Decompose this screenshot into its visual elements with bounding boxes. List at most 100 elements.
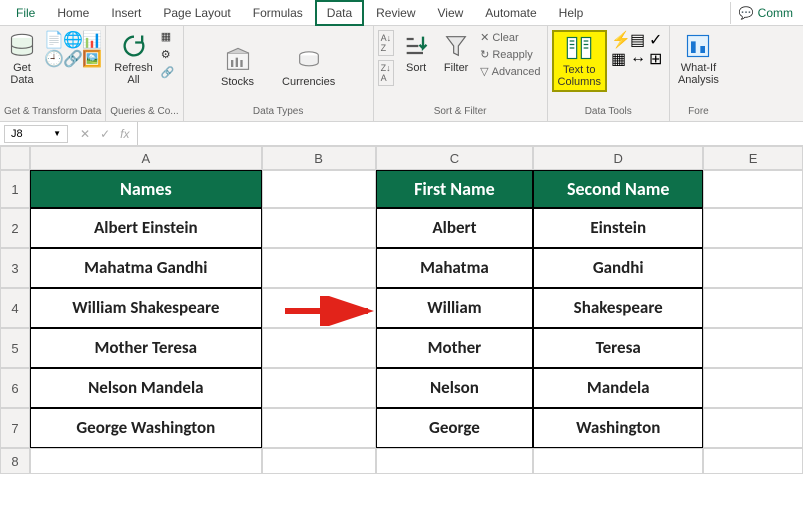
- recent-sources-icon[interactable]: 🕘: [44, 49, 60, 65]
- remove-dupes-icon[interactable]: ▤: [630, 30, 646, 46]
- cell-a1[interactable]: Names: [30, 170, 262, 208]
- cell-a6[interactable]: Nelson Mandela: [30, 368, 262, 408]
- row-header-6[interactable]: 6: [0, 368, 30, 408]
- cell-a7[interactable]: George Washington: [30, 408, 262, 448]
- tab-insert[interactable]: Insert: [101, 2, 151, 24]
- col-header-b[interactable]: B: [262, 146, 376, 170]
- cell-b6[interactable]: [262, 368, 376, 408]
- row-header-3[interactable]: 3: [0, 248, 30, 288]
- row-header-5[interactable]: 5: [0, 328, 30, 368]
- currencies-type-button[interactable]: Currencies: [278, 44, 339, 90]
- tab-comments[interactable]: 💬Comm: [730, 2, 803, 24]
- row-header-8[interactable]: 8: [0, 448, 30, 474]
- get-data-quickbtns: 📄 🌐 📊 🕘 🔗 🖼️: [44, 30, 98, 65]
- col-header-d[interactable]: D: [533, 146, 703, 170]
- consolidate-icon[interactable]: ▦: [611, 49, 627, 65]
- cell-c1[interactable]: First Name: [376, 170, 534, 208]
- cell-e7[interactable]: [703, 408, 803, 448]
- cell-d5[interactable]: Teresa: [533, 328, 703, 368]
- cell-e8[interactable]: [703, 448, 803, 474]
- row-header-4[interactable]: 4: [0, 288, 30, 328]
- sort-button[interactable]: Sort: [398, 30, 434, 76]
- name-box[interactable]: J8▼: [4, 125, 68, 143]
- flash-fill-icon[interactable]: ⚡: [611, 30, 627, 46]
- tab-help[interactable]: Help: [549, 2, 594, 24]
- cell-b1[interactable]: [262, 170, 376, 208]
- stocks-type-button[interactable]: Stocks: [217, 44, 258, 90]
- existing-conn-icon[interactable]: 🔗: [63, 49, 79, 65]
- cell-d8[interactable]: [533, 448, 703, 474]
- tab-formulas[interactable]: Formulas: [243, 2, 313, 24]
- cell-c7[interactable]: George: [376, 408, 534, 448]
- from-table-icon[interactable]: 📊: [82, 30, 98, 46]
- row-header-2[interactable]: 2: [0, 208, 30, 248]
- get-data-button[interactable]: Get Data: [4, 30, 40, 88]
- cell-c6[interactable]: Nelson: [376, 368, 534, 408]
- cell-d2[interactable]: Einstein: [533, 208, 703, 248]
- tab-review[interactable]: Review: [366, 2, 425, 24]
- cell-e1[interactable]: [703, 170, 803, 208]
- select-all-corner[interactable]: [0, 146, 30, 170]
- cell-a5[interactable]: Mother Teresa: [30, 328, 262, 368]
- sort-za-button[interactable]: Z↓A: [378, 60, 395, 86]
- cell-a4[interactable]: William Shakespeare: [30, 288, 262, 328]
- whatif-button[interactable]: What-If Analysis: [674, 30, 723, 88]
- tab-data[interactable]: Data: [315, 0, 364, 26]
- queries-icon[interactable]: ▦: [161, 30, 177, 46]
- reapply-button[interactable]: ↻Reapply: [478, 47, 542, 62]
- cell-a2[interactable]: Albert Einstein: [30, 208, 262, 248]
- edit-links-icon[interactable]: 🔗: [161, 66, 177, 82]
- advanced-filter-button[interactable]: ▽Advanced: [478, 64, 542, 79]
- from-picture-icon[interactable]: 🖼️: [82, 49, 98, 65]
- cell-c5[interactable]: Mother: [376, 328, 534, 368]
- from-text-icon[interactable]: 📄: [44, 30, 60, 46]
- enter-check-icon[interactable]: ✓: [100, 127, 110, 141]
- cell-a3[interactable]: Mahatma Gandhi: [30, 248, 262, 288]
- cell-e3[interactable]: [703, 248, 803, 288]
- cell-b7[interactable]: [262, 408, 376, 448]
- tab-automate[interactable]: Automate: [475, 2, 546, 24]
- formula-input[interactable]: [137, 122, 803, 145]
- from-web-icon[interactable]: 🌐: [63, 30, 79, 46]
- cell-b5[interactable]: [262, 328, 376, 368]
- fx-icon[interactable]: fx: [120, 127, 129, 141]
- relationships-icon[interactable]: ↔: [630, 49, 646, 65]
- cell-e2[interactable]: [703, 208, 803, 248]
- tab-pagelayout[interactable]: Page Layout: [153, 2, 240, 24]
- col-header-c[interactable]: C: [376, 146, 534, 170]
- cell-d3[interactable]: Gandhi: [533, 248, 703, 288]
- cell-d1[interactable]: Second Name: [533, 170, 703, 208]
- refresh-all-button[interactable]: Refresh All: [110, 30, 157, 88]
- tab-view[interactable]: View: [428, 2, 474, 24]
- cell-e4[interactable]: [703, 288, 803, 328]
- cell-c8[interactable]: [376, 448, 534, 474]
- cell-b8[interactable]: [262, 448, 376, 474]
- group-sort-filter: A↓Z Z↓A Sort Filter ✕Clear ↻Reapply ▽Adv…: [374, 26, 548, 121]
- col-header-a[interactable]: A: [30, 146, 262, 170]
- cell-c3[interactable]: Mahatma: [376, 248, 534, 288]
- tab-file[interactable]: File: [6, 2, 45, 24]
- col-header-e[interactable]: E: [703, 146, 803, 170]
- clear-filter-button[interactable]: ✕Clear: [478, 30, 542, 45]
- tab-home[interactable]: Home: [47, 2, 99, 24]
- cell-a8[interactable]: [30, 448, 262, 474]
- cell-d4[interactable]: Shakespeare: [533, 288, 703, 328]
- cell-c2[interactable]: Albert: [376, 208, 534, 248]
- data-model-icon[interactable]: ⊞: [649, 49, 665, 65]
- cell-c4[interactable]: William: [376, 288, 534, 328]
- data-validation-icon[interactable]: ✓: [649, 30, 665, 46]
- row-header-7[interactable]: 7: [0, 408, 30, 448]
- cell-e6[interactable]: [703, 368, 803, 408]
- cancel-x-icon[interactable]: ✕: [80, 127, 90, 141]
- row-header-1[interactable]: 1: [0, 170, 30, 208]
- properties-icon[interactable]: ⚙: [161, 48, 177, 64]
- cell-d7[interactable]: Washington: [533, 408, 703, 448]
- filter-button[interactable]: Filter: [438, 30, 474, 76]
- cell-b3[interactable]: [262, 248, 376, 288]
- cell-b2[interactable]: [262, 208, 376, 248]
- cell-b4[interactable]: [262, 288, 376, 328]
- cell-d6[interactable]: Mandela: [533, 368, 703, 408]
- sort-az-button[interactable]: A↓Z: [378, 30, 395, 56]
- cell-e5[interactable]: [703, 328, 803, 368]
- text-to-columns-button[interactable]: Text to Columns: [552, 30, 607, 92]
